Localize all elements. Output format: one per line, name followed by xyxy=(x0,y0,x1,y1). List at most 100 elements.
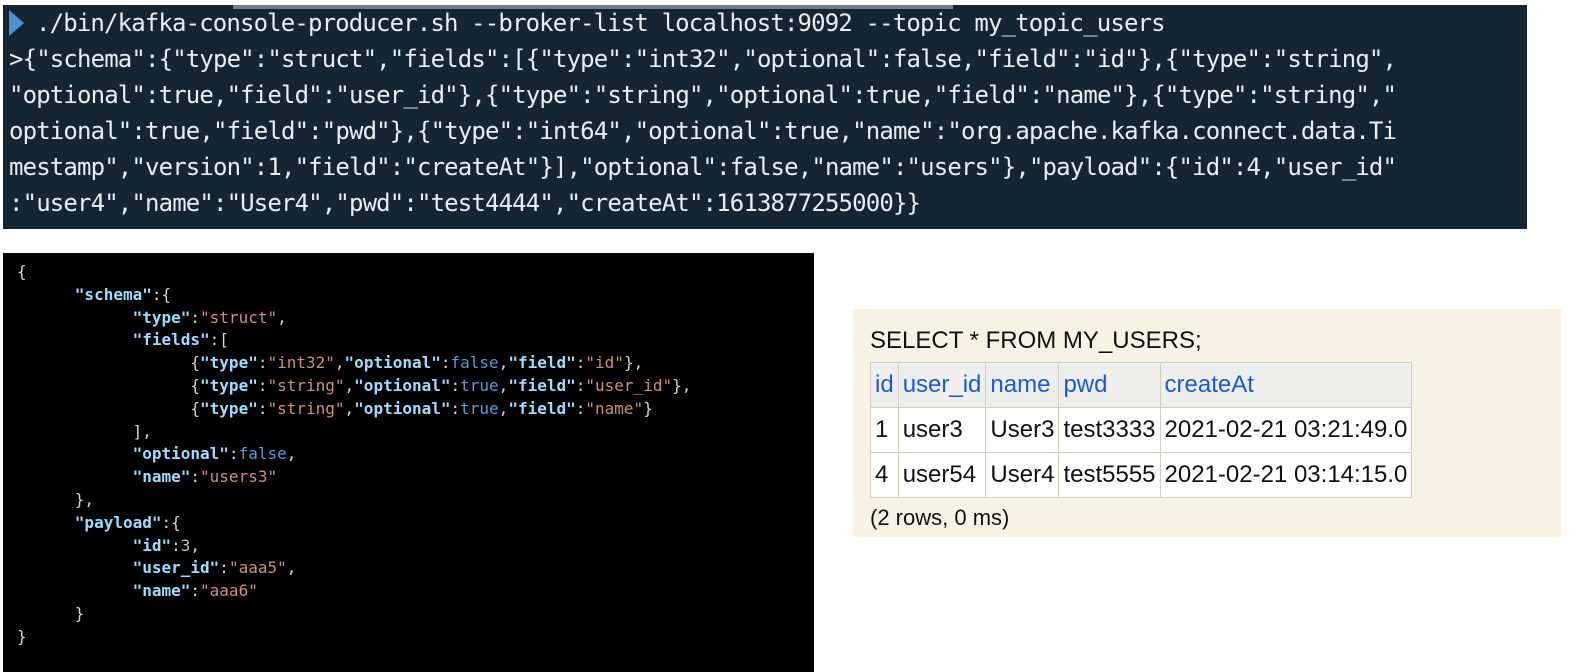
sql-row-count: (2 rows, 0 ms) xyxy=(870,505,1010,530)
json-punctuation: , xyxy=(498,375,509,395)
json-punctuation: : xyxy=(190,581,201,601)
json-string: "string" xyxy=(267,375,345,395)
sql-query-text: SELECT * FROM MY_USERS; xyxy=(870,327,1202,354)
json-punctuation: , xyxy=(286,558,297,578)
terminal-output-line: "optional":true,"field":"user_id"},{"typ… xyxy=(9,81,1397,109)
terminal-output-line: optional":true,"field":"pwd"},{"type":"i… xyxy=(9,117,1397,145)
json-string: "struct" xyxy=(200,307,278,327)
code-line: {"type":"string","optional":true,"field"… xyxy=(17,398,814,421)
json-key: "field" xyxy=(508,375,576,395)
json-key: "payload" xyxy=(74,512,162,532)
table-cell: 2021-02-21 03:21:49.0 xyxy=(1159,407,1413,453)
json-punctuation: } xyxy=(643,398,653,418)
json-key: "user_id" xyxy=(132,558,220,578)
json-punctuation: { xyxy=(17,262,27,281)
json-boolean: true xyxy=(460,375,499,395)
json-punctuation: : xyxy=(575,398,586,418)
json-punctuation: , xyxy=(277,307,287,327)
json-punctuation: : xyxy=(575,375,586,395)
code-line: {"type":"int32","optional":false,"field"… xyxy=(17,352,814,375)
json-punctuation: , xyxy=(344,398,355,418)
table-cell: test3333 xyxy=(1058,407,1161,453)
json-punctuation: :{ xyxy=(161,512,181,532)
json-punctuation: , xyxy=(498,398,509,418)
terminal-scroll-edge xyxy=(233,5,953,9)
json-string: "user_id" xyxy=(585,375,673,395)
json-string: "users3" xyxy=(200,467,278,487)
table-row: 1 user3 User3 test3333 2021-02-21 03:21:… xyxy=(870,407,1413,453)
json-punctuation: : xyxy=(575,353,586,373)
json-punctuation: : xyxy=(450,398,461,418)
json-key: "optional" xyxy=(344,353,441,373)
terminal-command: ./bin/kafka-console-producer.sh --broker… xyxy=(36,9,1166,37)
json-code-view: { "schema":{ "type":"struct", "fields":[… xyxy=(3,253,814,672)
json-key: "optional" xyxy=(132,444,229,464)
json-key: "field" xyxy=(508,353,576,373)
code-line: "user_id":"aaa5", xyxy=(17,557,814,580)
code-line: "fields":[ xyxy=(17,329,814,352)
table-cell: test5555 xyxy=(1058,452,1161,498)
json-string: "id" xyxy=(585,353,624,373)
table-header-row: id user_id name pwd createAt xyxy=(870,362,1413,408)
code-line: "optional":false, xyxy=(17,443,814,466)
json-punctuation xyxy=(17,444,133,463)
json-punctuation: }, xyxy=(17,489,95,509)
code-line: "id":3, xyxy=(17,535,814,558)
code-line: "payload":{ xyxy=(17,512,814,535)
json-punctuation xyxy=(17,513,75,532)
json-boolean: false xyxy=(450,353,499,373)
terminal-panel: ./bin/kafka-console-producer.sh --broker… xyxy=(3,5,1527,229)
table-cell: User4 xyxy=(985,452,1060,498)
json-punctuation: ], xyxy=(17,421,152,441)
json-punctuation: : xyxy=(171,535,181,555)
json-punctuation: : xyxy=(440,353,451,373)
json-punctuation: { xyxy=(17,353,201,373)
terminal-command-line: ./bin/kafka-console-producer.sh --broker… xyxy=(9,5,1527,41)
json-punctuation: : xyxy=(190,307,201,327)
code-line: {"type":"string","optional":true,"field"… xyxy=(17,375,814,398)
column-header-user-id[interactable]: user_id xyxy=(897,362,987,408)
sql-result-panel: SELECT * FROM MY_USERS; id user_id name … xyxy=(853,309,1561,537)
column-header-createat[interactable]: createAt xyxy=(1159,362,1413,408)
json-punctuation xyxy=(17,308,133,327)
json-string: "aaa6" xyxy=(200,581,258,601)
json-key: "optional" xyxy=(354,398,451,418)
json-key: "id" xyxy=(132,535,172,555)
table-cell: User3 xyxy=(985,407,1060,453)
json-punctuation: :{ xyxy=(151,284,172,304)
json-key: "schema" xyxy=(74,284,152,304)
json-punctuation xyxy=(17,536,133,555)
code-line: "name":"users3" xyxy=(17,466,814,489)
json-key: "type" xyxy=(132,307,191,327)
code-line: } xyxy=(17,626,814,649)
json-punctuation: } xyxy=(17,603,85,623)
table-cell: user54 xyxy=(897,452,987,498)
json-punctuation xyxy=(17,467,133,486)
code-line: { xyxy=(17,261,814,284)
table-cell: 1 xyxy=(870,407,899,453)
json-string: "name" xyxy=(585,398,644,418)
column-header-name[interactable]: name xyxy=(985,362,1060,408)
column-header-id[interactable]: id xyxy=(870,362,899,408)
chevron-right-icon xyxy=(9,10,24,36)
json-punctuation xyxy=(17,581,133,600)
table-cell: 2021-02-21 03:14:15.0 xyxy=(1159,452,1413,498)
json-key: "field" xyxy=(508,398,576,418)
json-key: "optional" xyxy=(354,375,451,395)
json-punctuation: , xyxy=(498,353,509,373)
terminal-output-line: :"user4","name":"User4","pwd":"test4444"… xyxy=(9,189,921,217)
column-header-pwd[interactable]: pwd xyxy=(1058,362,1161,408)
json-key: "fields" xyxy=(132,330,210,350)
json-punctuation: { xyxy=(17,375,201,395)
json-punctuation: { xyxy=(17,398,201,418)
json-punctuation: , xyxy=(334,353,345,373)
json-punctuation: : xyxy=(219,558,229,578)
json-punctuation: : xyxy=(190,467,201,487)
code-line: "name":"aaa6" xyxy=(17,580,814,603)
json-punctuation: }, xyxy=(623,353,644,373)
json-string: "int32" xyxy=(267,353,335,373)
json-punctuation: : xyxy=(228,444,239,464)
json-boolean: true xyxy=(460,398,499,418)
json-punctuation: , xyxy=(190,535,201,555)
sql-result-table: id user_id name pwd createAt 1 user3 Use… xyxy=(870,362,1413,498)
